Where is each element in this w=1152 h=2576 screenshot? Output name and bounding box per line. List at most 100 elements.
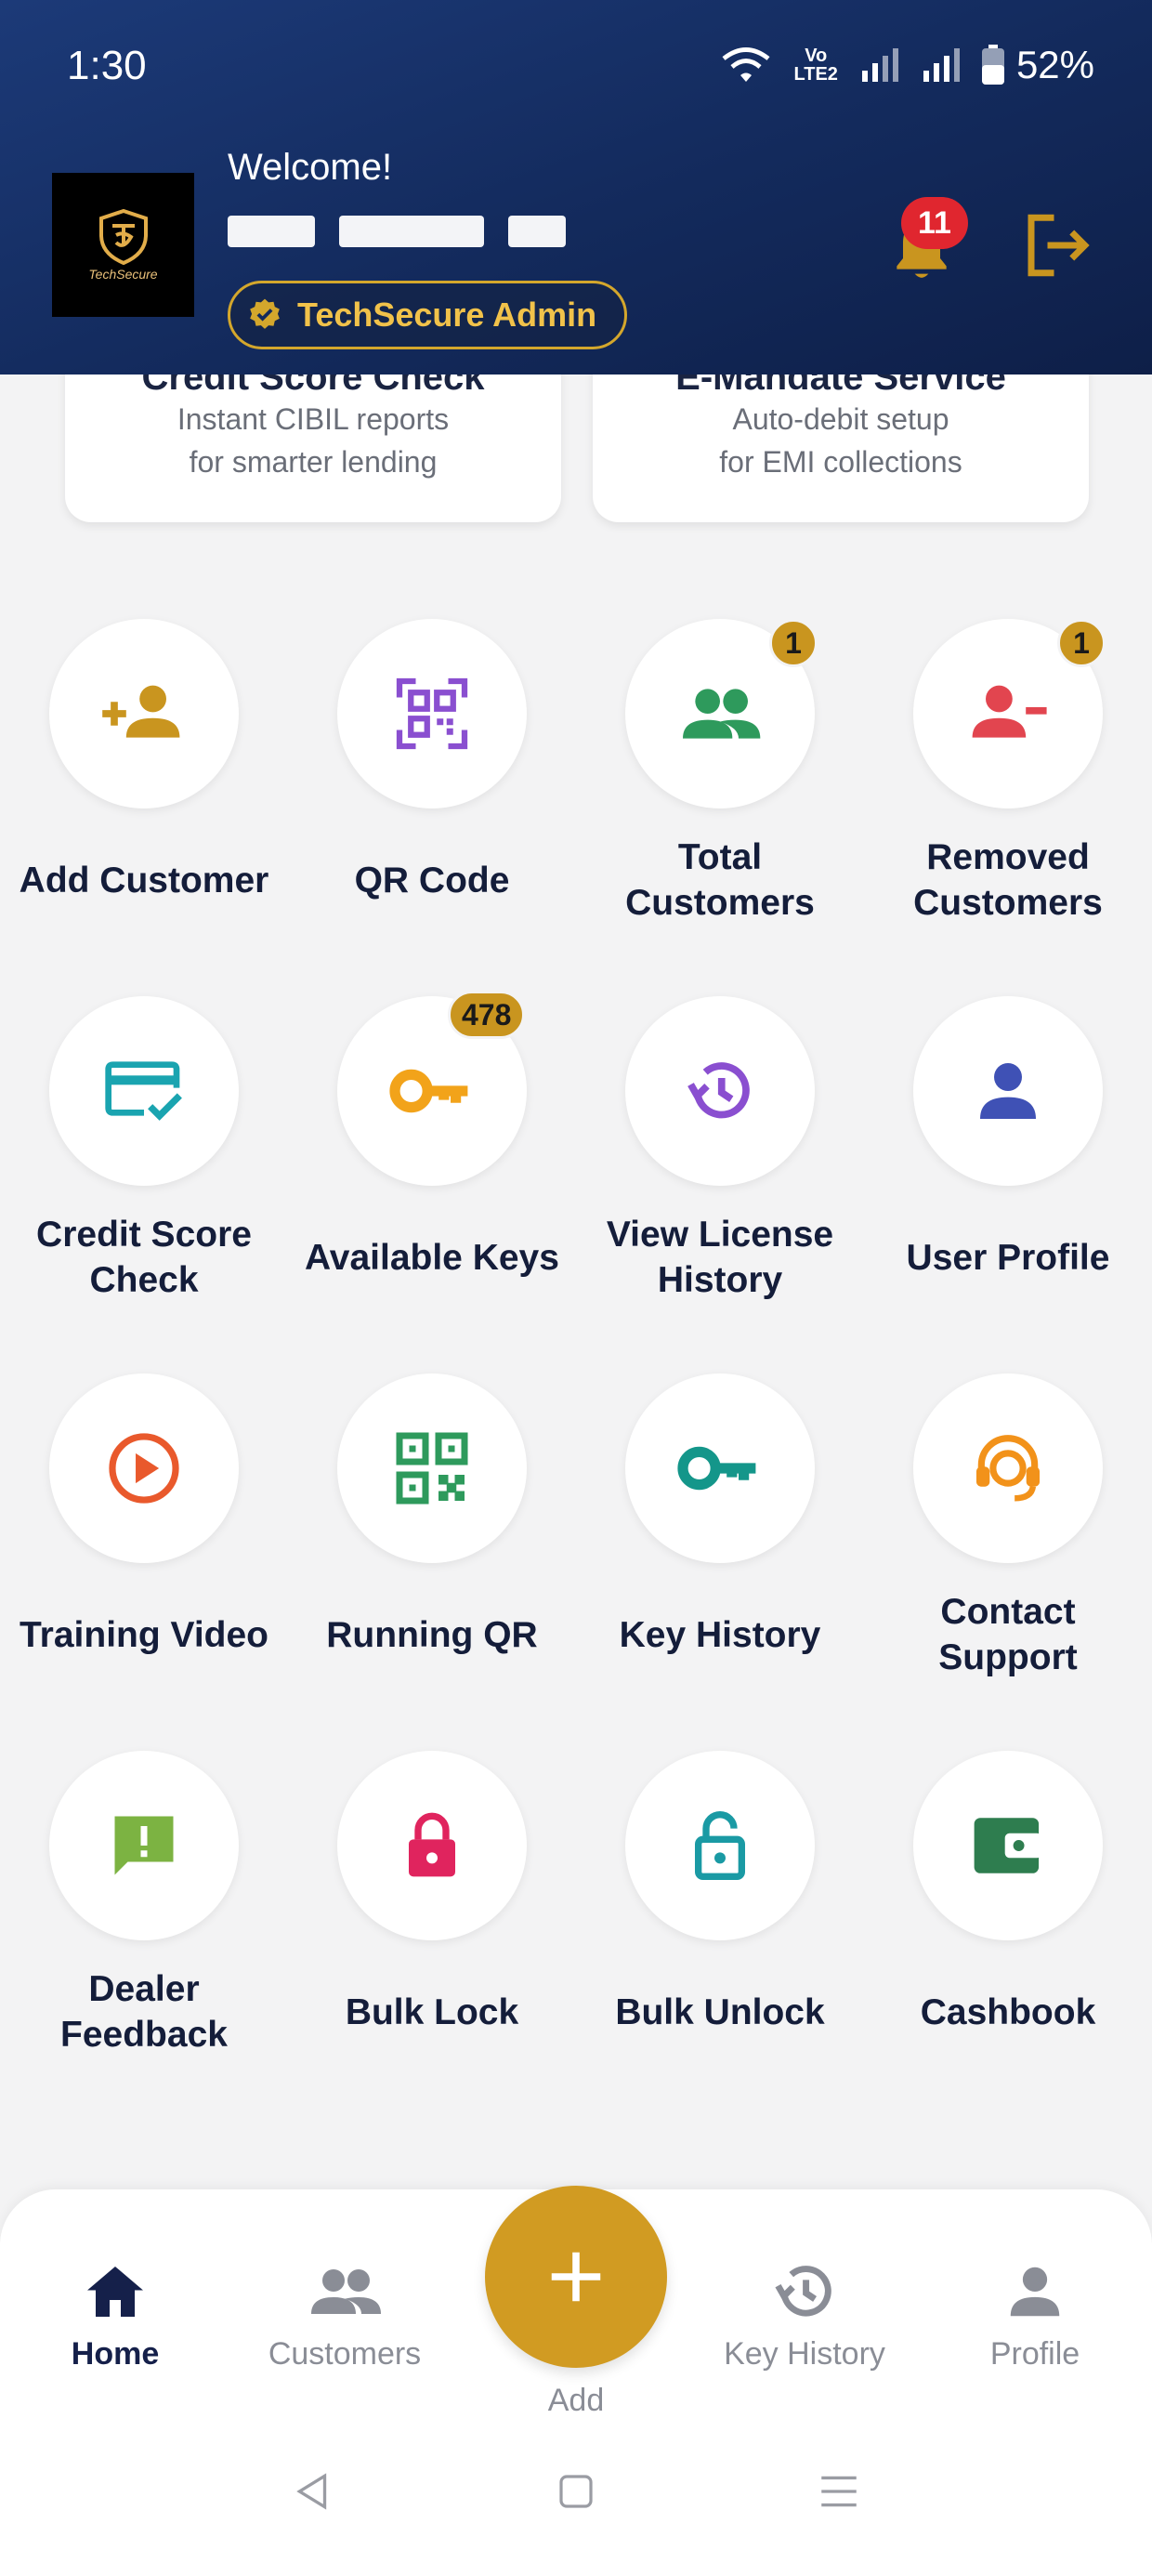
- group-icon: [683, 689, 761, 739]
- home-system-button[interactable]: [554, 2468, 598, 2519]
- shield-logo-icon: [98, 208, 148, 265]
- tile-user-profile[interactable]: User Profile: [864, 996, 1152, 1368]
- nav-customers[interactable]: Customers: [242, 2254, 447, 2372]
- tile-key-history[interactable]: Key History: [576, 1373, 864, 1745]
- bottom-navigation: Home Customers Add Key History Profile: [0, 2186, 1152, 2576]
- nav-profile[interactable]: Profile: [933, 2254, 1137, 2372]
- tile-label: Credit Score Check: [36, 1215, 252, 1300]
- nav-home[interactable]: Home: [13, 2254, 217, 2372]
- app-header: 1:30 Vo LTE2 52% TechSecure Welcome! Tec…: [0, 0, 1152, 375]
- tile-available-keys[interactable]: 478 Available Keys: [288, 991, 576, 1368]
- history-icon: [775, 2266, 831, 2317]
- logout-button[interactable]: [1018, 206, 1096, 289]
- tile-view-license-history[interactable]: View License History: [576, 996, 864, 1368]
- count-badge: 478: [448, 991, 526, 1039]
- feedback-icon: [114, 1816, 174, 1875]
- tile-label: Running QR: [326, 1614, 538, 1655]
- tile-icon-circle: [49, 1373, 239, 1563]
- tile-icon-circle: [625, 1751, 815, 1940]
- tile-label: Key History: [619, 1614, 821, 1655]
- nav-key-history[interactable]: Key History: [702, 2254, 907, 2372]
- tile-bulk-unlock[interactable]: Bulk Unlock: [576, 1751, 864, 2123]
- tile-contact-support[interactable]: Contact Support: [864, 1373, 1152, 1745]
- recents-button[interactable]: [816, 2468, 862, 2519]
- unlock-icon: [695, 1811, 745, 1880]
- tile-label: Contact Support: [938, 1592, 1078, 1677]
- tile-qr-code[interactable]: QR Code: [288, 619, 576, 991]
- tile-icon-circle: [337, 1373, 527, 1563]
- system-navigation-bar: [0, 2468, 1152, 2552]
- nav-label: Profile: [989, 2336, 1080, 2372]
- tile-label: Add Customer: [19, 860, 269, 900]
- menu-lines-icon: [821, 2476, 857, 2507]
- logo-text: TechSecure: [88, 266, 158, 282]
- remove-person-icon: [972, 685, 1047, 738]
- home-square-icon: [559, 2475, 593, 2508]
- support-agent-icon: [975, 1435, 1041, 1502]
- tile-icon-circle: [337, 619, 527, 808]
- user-name-redacted: [228, 216, 566, 247]
- key-icon: [389, 1069, 468, 1113]
- tile-label: User Profile: [906, 1237, 1110, 1278]
- group-icon: [311, 2269, 381, 2314]
- nav-label: Key History: [724, 2336, 885, 2372]
- fab-label: Add: [547, 2383, 605, 2418]
- tile-cashbook[interactable]: Cashbook: [864, 1751, 1152, 2123]
- wallet-icon: [974, 1818, 1042, 1873]
- card-desc-line2: for EMI collections: [719, 445, 962, 479]
- card-desc-line1: Auto-debit setup: [732, 402, 949, 436]
- tile-icon-circle: [49, 619, 239, 808]
- count-badge: 1: [1057, 619, 1106, 667]
- volte-icon: Vo LTE2: [793, 46, 838, 85]
- tile-removed-customers[interactable]: 1 Removed Customers: [864, 619, 1152, 991]
- battery-level: 52%: [1015, 43, 1094, 86]
- home-icon: [87, 2267, 143, 2317]
- add-person-icon: [102, 685, 180, 738]
- tile-icon-circle: [337, 1751, 527, 1940]
- tile-icon-circle: [625, 1373, 815, 1563]
- welcome-text: Welcome!: [228, 147, 393, 188]
- status-icons: Vo LTE2 52%: [718, 43, 1094, 87]
- person-icon: [980, 1063, 1036, 1119]
- app-screen: Credit Score Check Instant CIBIL reports…: [0, 0, 1152, 2576]
- tile-icon-circle: [913, 1373, 1103, 1563]
- tile-running-qr[interactable]: Running QR: [288, 1373, 576, 1745]
- tile-label: Bulk Unlock: [615, 1991, 825, 2032]
- tile-icon-circle: [49, 996, 239, 1186]
- card-desc-line2: for smarter lending: [189, 445, 438, 479]
- role-label: TechSecure Admin: [297, 296, 597, 334]
- add-fab-button[interactable]: [485, 2186, 667, 2368]
- signal-icon: [923, 48, 960, 82]
- back-triangle-icon: [296, 2473, 327, 2510]
- tile-dealer-feedback[interactable]: Dealer Feedback: [0, 1751, 288, 2123]
- tile-label: Total Customers: [625, 837, 815, 923]
- tile-label: Removed Customers: [913, 837, 1103, 923]
- role-badge: TechSecure Admin: [228, 281, 628, 349]
- qr-scan-icon: [396, 677, 468, 750]
- play-circle-icon: [109, 1433, 179, 1504]
- credit-card-check-icon: [105, 1061, 182, 1121]
- tile-label: QR Code: [354, 860, 510, 900]
- back-button[interactable]: [290, 2468, 336, 2519]
- company-logo: TechSecure: [52, 173, 194, 317]
- tile-training-video[interactable]: Training Video: [0, 1373, 288, 1745]
- card-desc-line1: Instant CIBIL reports: [177, 402, 450, 436]
- tile-icon-circle: [913, 1751, 1103, 1940]
- tile-icon-circle: [49, 1751, 239, 1940]
- nav-label: Home: [71, 2336, 160, 2372]
- tile-total-customers[interactable]: 1 Total Customers: [576, 619, 864, 991]
- signal-icon: [861, 48, 898, 82]
- tile-label: Available Keys: [305, 1237, 559, 1278]
- lock-icon: [409, 1812, 455, 1877]
- plus-icon: [551, 2252, 601, 2302]
- tile-label: Bulk Lock: [345, 1991, 519, 2032]
- status-time: 1:30: [67, 43, 147, 88]
- tile-label: Cashbook: [920, 1991, 1096, 2032]
- person-icon: [1010, 2267, 1060, 2317]
- tile-credit-score-check[interactable]: Credit Score Check: [0, 996, 288, 1368]
- tile-label: Training Video: [20, 1614, 268, 1655]
- notification-count-badge: 11: [901, 197, 968, 249]
- tile-bulk-lock[interactable]: Bulk Lock: [288, 1751, 576, 2123]
- nav-label: Customers: [268, 2336, 422, 2372]
- tile-add-customer[interactable]: Add Customer: [0, 619, 288, 991]
